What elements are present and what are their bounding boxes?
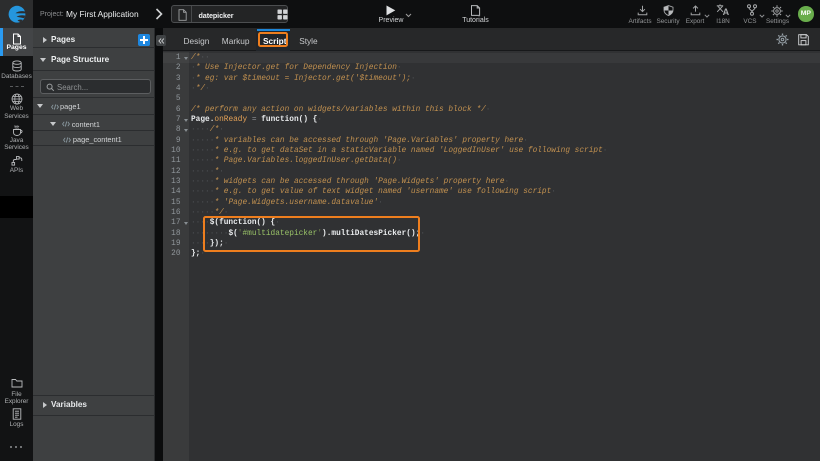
svg-text:A: A — [723, 7, 729, 16]
